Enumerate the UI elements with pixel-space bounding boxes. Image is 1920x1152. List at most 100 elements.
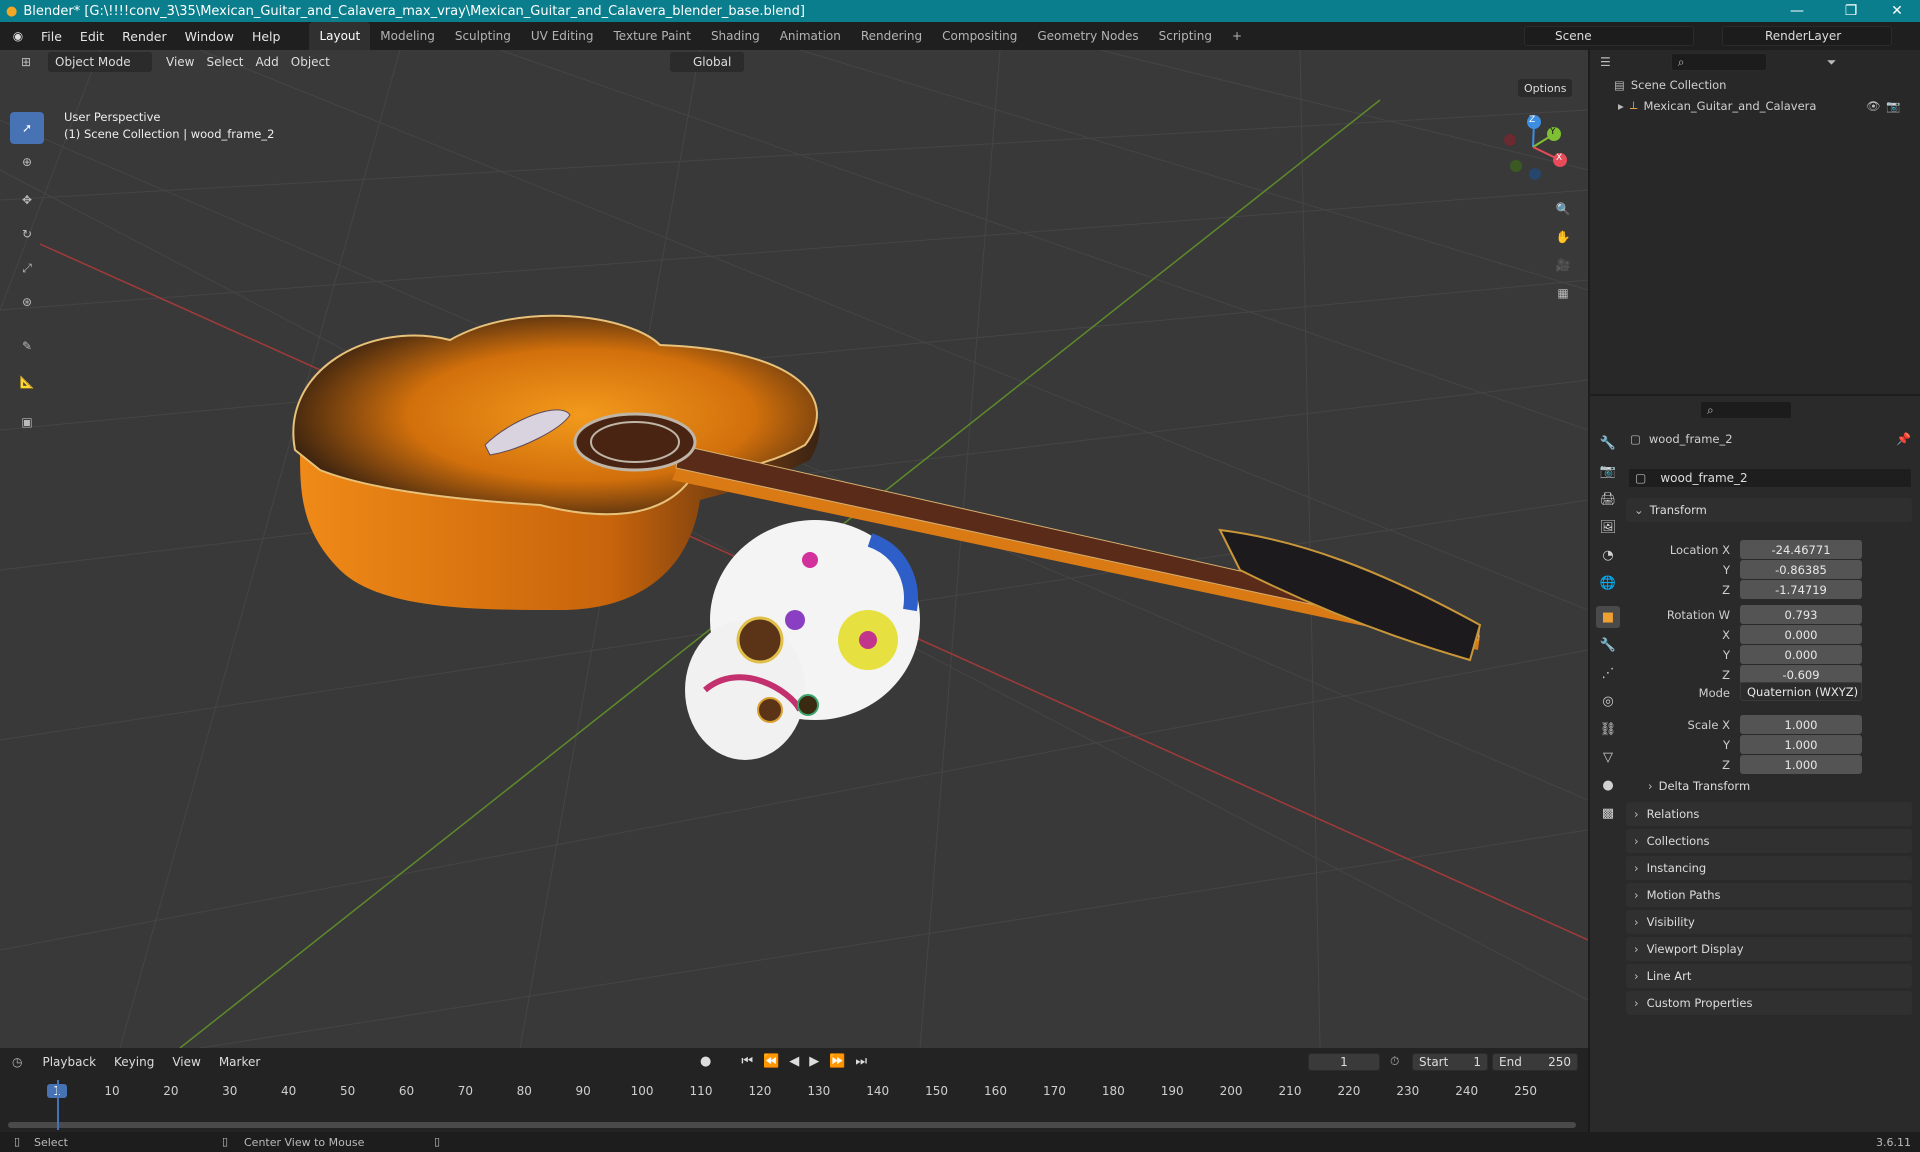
scene-tab-icon[interactable]: ◔ xyxy=(1596,544,1620,566)
render-layer-selector[interactable]: RenderLayer xyxy=(1722,26,1892,46)
viewport-menu-add[interactable]: Add xyxy=(250,52,285,72)
rotate-tool[interactable]: ↻ xyxy=(10,218,44,250)
texture-tab-icon[interactable]: ▩ xyxy=(1596,802,1620,824)
panel-custom-properties[interactable]: › Custom Properties xyxy=(1626,991,1912,1015)
scale-tool[interactable]: ⤢ xyxy=(10,252,44,284)
tab-texture-paint[interactable]: Texture Paint xyxy=(604,22,701,50)
scale-z-field[interactable]: 1.000 xyxy=(1740,755,1862,774)
tab-shading[interactable]: Shading xyxy=(701,22,770,50)
scene-selector[interactable]: Scene xyxy=(1524,26,1694,46)
zoom-icon[interactable]: 🔍 xyxy=(1552,198,1574,220)
tab-compositing[interactable]: Compositing xyxy=(932,22,1027,50)
expand-arrow-icon[interactable]: ▸ xyxy=(1618,99,1624,113)
timeline-menu-playback[interactable]: Playback xyxy=(36,1052,102,1072)
scene-collection-row[interactable]: ▤ Scene Collection xyxy=(1614,78,1726,92)
timeline-menu-keying[interactable]: Keying xyxy=(108,1052,160,1072)
render-tab-icon[interactable]: 📷 xyxy=(1596,460,1620,482)
clock-icon[interactable]: ⏱ xyxy=(1390,1054,1399,1069)
eye-icon[interactable]: 👁 xyxy=(1866,99,1881,113)
tab-geometry-nodes[interactable]: Geometry Nodes xyxy=(1027,22,1148,50)
minimize-button[interactable]: — xyxy=(1774,0,1820,22)
transform-panel-header[interactable]: ⌄ Transform xyxy=(1626,498,1912,522)
pan-hand-icon[interactable]: ✋ xyxy=(1552,226,1574,248)
scale-x-field[interactable]: 1.000 xyxy=(1740,715,1862,734)
play-reverse-icon[interactable]: ◀ xyxy=(789,1054,799,1069)
record-icon[interactable]: ● xyxy=(700,1054,711,1069)
restore-button[interactable]: ❐ xyxy=(1828,0,1874,22)
prev-keyframe-icon[interactable]: ⏪ xyxy=(763,1054,779,1069)
transform-tool[interactable]: ⊛ xyxy=(10,286,44,318)
tab-scripting[interactable]: Scripting xyxy=(1149,22,1222,50)
menu-help[interactable]: Help xyxy=(243,22,290,50)
menu-edit[interactable]: Edit xyxy=(71,22,113,50)
render-camera-icon[interactable]: 📷 xyxy=(1886,99,1900,113)
camera-icon[interactable]: 🎥 xyxy=(1552,254,1574,276)
location-y-field[interactable]: -0.86385 xyxy=(1740,560,1862,579)
tab-rendering[interactable]: Rendering xyxy=(851,22,932,50)
panel-collections[interactable]: › Collections xyxy=(1626,829,1912,853)
timeline-editor-icon[interactable]: ◷ xyxy=(12,1055,22,1069)
start-frame-field[interactable]: Start 1 xyxy=(1412,1053,1488,1071)
panel-relations[interactable]: › Relations xyxy=(1626,802,1912,826)
add-cube-tool[interactable]: ▣ xyxy=(10,406,44,438)
jump-start-icon[interactable]: ⏮ xyxy=(741,1054,753,1069)
pin-icon[interactable]: 📌 xyxy=(1896,432,1911,446)
menu-window[interactable]: Window xyxy=(176,22,243,50)
cursor-tool[interactable]: ⊕ xyxy=(10,146,44,178)
view-layer-tab-icon[interactable]: 🖼 xyxy=(1596,516,1620,538)
data-tab-icon[interactable]: ▽ xyxy=(1596,746,1620,768)
menu-file[interactable]: File xyxy=(32,22,71,50)
particles-tab-icon[interactable]: ⋰ xyxy=(1596,662,1620,684)
location-x-field[interactable]: -24.46771 xyxy=(1740,540,1862,559)
panel-motion-paths[interactable]: › Motion Paths xyxy=(1626,883,1912,907)
next-keyframe-icon[interactable]: ⏩ xyxy=(829,1054,845,1069)
3d-viewport[interactable]: ⊞ Object Mode View Select Add Object Global… xyxy=(0,50,1588,1048)
move-tool[interactable]: ✥ xyxy=(10,184,44,216)
tab-modeling[interactable]: Modeling xyxy=(370,22,445,50)
play-icon[interactable]: ▶ xyxy=(809,1054,819,1069)
options-button[interactable]: Options xyxy=(1518,79,1573,97)
timeline-menu-marker[interactable]: Marker xyxy=(213,1052,266,1072)
rotation-mode-selector[interactable]: Quaternion (WXYZ) xyxy=(1740,682,1862,701)
close-button[interactable]: ✕ xyxy=(1874,0,1920,22)
rotation-w-field[interactable]: 0.793 xyxy=(1740,605,1862,624)
tab-layout[interactable]: Layout xyxy=(309,22,371,50)
editor-type-icon[interactable]: ⊞ xyxy=(14,55,38,69)
panel-viewport-display[interactable]: › Viewport Display xyxy=(1626,937,1912,961)
outliner-search-input[interactable]: ⌕ xyxy=(1670,53,1767,71)
tab-sculpting[interactable]: Sculpting xyxy=(445,22,521,50)
viewport-menu-object[interactable]: Object xyxy=(285,52,336,72)
material-tab-icon[interactable]: ● xyxy=(1596,774,1620,796)
annotate-tool[interactable]: ✎ xyxy=(10,330,44,362)
world-tab-icon[interactable]: 🌐 xyxy=(1596,572,1620,594)
timeline-scrollbar[interactable] xyxy=(8,1122,1576,1128)
rotation-y-field[interactable]: 0.000 xyxy=(1740,645,1862,664)
rotation-x-field[interactable]: 0.000 xyxy=(1740,625,1862,644)
current-frame-field[interactable]: 1 xyxy=(1308,1053,1380,1071)
object-tab-icon[interactable]: ■ xyxy=(1596,606,1620,628)
jump-end-icon[interactable]: ⏭ xyxy=(855,1054,867,1069)
outliner-item-row[interactable]: ▸ ⟂ Mexican_Guitar_and_Calavera 👁 📷 xyxy=(1618,98,1918,113)
viewport-menu-view[interactable]: View xyxy=(160,52,200,72)
modifier-tab-icon[interactable]: 🔧 xyxy=(1596,634,1620,656)
end-frame-field[interactable]: End 250 xyxy=(1492,1053,1578,1071)
panel-line-art[interactable]: › Line Art xyxy=(1626,964,1912,988)
navigation-gizmo[interactable]: Z Y X xyxy=(1498,112,1568,182)
output-tab-icon[interactable]: 🖨 xyxy=(1596,488,1620,510)
transform-orientation-selector[interactable]: Global xyxy=(670,52,744,72)
outliner-editor-icon[interactable]: ☰ xyxy=(1600,55,1611,69)
timeline-menu-view[interactable]: View xyxy=(166,1052,206,1072)
tool-tab-icon[interactable]: 🔧 xyxy=(1596,432,1620,454)
add-workspace-button[interactable]: + xyxy=(1222,22,1252,50)
object-data-field[interactable]: ▢ wood_frame_2 xyxy=(1628,468,1912,488)
grid-view-icon[interactable]: ▦ xyxy=(1552,282,1574,304)
properties-search-input[interactable]: ⌕ xyxy=(1700,401,1792,419)
panel-visibility[interactable]: › Visibility xyxy=(1626,910,1912,934)
tab-uv-editing[interactable]: UV Editing xyxy=(521,22,604,50)
delta-transform-header[interactable]: › Delta Transform xyxy=(1640,774,1912,798)
tab-animation[interactable]: Animation xyxy=(770,22,851,50)
physics-tab-icon[interactable]: ◎ xyxy=(1596,690,1620,712)
blender-menu-icon[interactable]: ◉ xyxy=(4,29,32,43)
viewport-menu-select[interactable]: Select xyxy=(200,52,249,72)
select-box-tool[interactable]: ➚ xyxy=(10,112,44,144)
